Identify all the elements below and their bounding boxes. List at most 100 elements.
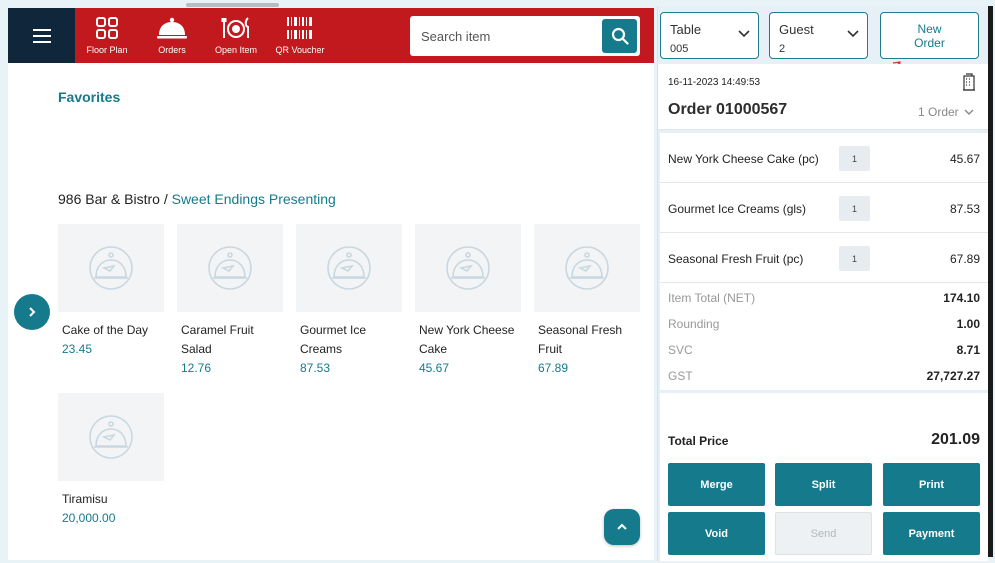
- breadcrumb: 986 Bar & Bistro / Sweet Endings Present…: [58, 191, 336, 207]
- order-item-row[interactable]: New York Cheese Cake (pc) 1 45.67: [660, 133, 988, 183]
- order-item-price: 87.53: [949, 202, 980, 216]
- summary-value: 1.00: [956, 317, 980, 331]
- product-price: 20,000.00: [62, 511, 116, 525]
- cloche-placeholder-icon: [565, 246, 609, 290]
- summary-value: 174.10: [943, 291, 980, 305]
- cloche-placeholder-icon: [89, 246, 133, 290]
- table-select-value: 005: [670, 43, 689, 55]
- product-price: 45.67: [419, 361, 450, 375]
- search-button[interactable]: [602, 19, 637, 53]
- product-name: Cake of the Day: [62, 323, 149, 337]
- guest-select-label: Guest: [779, 22, 814, 37]
- product-price: 23.45: [62, 342, 93, 356]
- summary-value: 8.71: [956, 343, 980, 357]
- order-count-dropdown[interactable]: 1 Order: [918, 105, 974, 119]
- building-icon[interactable]: [962, 73, 976, 91]
- product-placeholder-image: [177, 224, 283, 312]
- cloche-placeholder-icon: [208, 246, 252, 290]
- void-button[interactable]: Void: [668, 512, 765, 555]
- table-select-label: Table: [670, 22, 702, 37]
- cutlery-plate-icon: [221, 17, 249, 38]
- summary-row-rounding: Rounding 1.00: [660, 314, 988, 334]
- order-totals: Total Price 201.09 Merge Split Print Voi…: [660, 393, 988, 561]
- order-item-row[interactable]: Gourmet Ice Creams (gls) 1 87.53: [660, 183, 988, 233]
- product-card[interactable]: New York Cheese Cake 45.67: [415, 224, 521, 375]
- summary-label: Rounding: [668, 317, 720, 331]
- order-item-qty[interactable]: 1: [839, 146, 870, 171]
- product-price: 67.89: [538, 361, 569, 375]
- order-item-price: 45.67: [949, 152, 980, 166]
- new-order-button[interactable]: New Order: [880, 12, 979, 59]
- total-price-label: Total Price: [668, 434, 729, 448]
- chevron-down-icon: [738, 30, 750, 38]
- product-card[interactable]: Cake of the Day 23.45: [58, 224, 164, 356]
- chevron-down-icon: [847, 30, 859, 38]
- product-name: New York Cheese Cake: [419, 323, 515, 356]
- search-box: [410, 16, 640, 56]
- split-button[interactable]: Split: [775, 463, 872, 506]
- nav-open-item[interactable]: Open Item: [213, 8, 259, 63]
- search-input[interactable]: [410, 16, 602, 56]
- order-body: New York Cheese Cake (pc) 1 45.67 Gourme…: [658, 130, 988, 561]
- product-price: 12.76: [181, 361, 212, 375]
- nav-orders[interactable]: Orders: [153, 8, 191, 63]
- cloche-icon: [157, 17, 187, 39]
- barcode-icon: [286, 17, 314, 39]
- product-card[interactable]: Tiramisu 20,000.00: [58, 393, 164, 525]
- order-item-list: New York Cheese Cake (pc) 1 45.67 Gourme…: [660, 133, 988, 283]
- product-card[interactable]: Caramel Fruit Salad 12.76: [177, 224, 283, 375]
- window-drag-handle: [186, 3, 279, 7]
- payment-button[interactable]: Payment: [883, 512, 980, 555]
- scroll-next-button[interactable]: [14, 294, 50, 330]
- order-item-qty[interactable]: 1: [839, 196, 870, 221]
- chevron-up-icon: [617, 523, 627, 530]
- order-panel-header: Table 005 Guest 2 New Order: [658, 6, 988, 64]
- nav-qr-voucher[interactable]: QR Voucher: [274, 8, 326, 63]
- window-scrollbar[interactable]: [988, 6, 993, 557]
- grid-icon: [96, 17, 118, 39]
- product-name: Seasonal Fresh Fruit: [538, 323, 623, 356]
- order-panel: Table 005 Guest 2 New Order 16-11-2023 1…: [657, 6, 988, 561]
- hamburger-menu-button[interactable]: [8, 8, 75, 63]
- breadcrumb-separator: /: [159, 191, 172, 207]
- order-count-label: 1 Order: [918, 105, 959, 119]
- order-item-name: Seasonal Fresh Fruit (pc): [668, 252, 804, 266]
- nav-floor-plan[interactable]: Floor Plan: [85, 8, 129, 63]
- product-name: Caramel Fruit Salad: [181, 323, 254, 356]
- order-item-row[interactable]: Seasonal Fresh Fruit (pc) 1 67.89: [660, 233, 988, 283]
- merge-button[interactable]: Merge: [668, 463, 765, 506]
- nav-qr-voucher-label: QR Voucher: [275, 45, 325, 55]
- product-card[interactable]: Gourmet Ice Creams 87.53: [296, 224, 402, 375]
- product-placeholder-image: [58, 224, 164, 312]
- summary-label: SVC: [668, 343, 693, 357]
- send-button[interactable]: Send: [775, 512, 872, 555]
- favorites-title: Favorites: [58, 89, 121, 105]
- nav-orders-label: Orders: [158, 45, 186, 55]
- summary-value: 27,727.27: [926, 369, 980, 383]
- new-order-label: New Order: [914, 21, 945, 50]
- breadcrumb-category[interactable]: Sweet Endings Presenting: [172, 191, 336, 207]
- order-summary: Item Total (NET) 174.10 Rounding 1.00 SV…: [660, 283, 988, 390]
- chevron-right-icon: [29, 307, 36, 317]
- product-name: Gourmet Ice Creams: [300, 323, 367, 356]
- chevron-down-icon: [964, 109, 974, 115]
- product-card[interactable]: Seasonal Fresh Fruit 67.89: [534, 224, 640, 375]
- top-nav-bar: Floor Plan Orders Open Item QR Voucher S…: [8, 8, 654, 63]
- summary-row-gst: GST 27,727.27: [660, 366, 988, 386]
- guest-select[interactable]: Guest 2: [769, 12, 868, 59]
- print-button[interactable]: Print: [883, 463, 980, 506]
- menu-panel: Floor Plan Orders Open Item QR Voucher S…: [8, 8, 654, 560]
- order-item-qty[interactable]: 1: [839, 246, 870, 271]
- scroll-to-top-button[interactable]: [604, 509, 640, 545]
- table-select[interactable]: Table 005: [660, 12, 759, 59]
- summary-label: GST: [668, 369, 693, 383]
- order-item-name: New York Cheese Cake (pc): [668, 152, 819, 166]
- hamburger-icon: [32, 28, 51, 43]
- search-icon: [611, 27, 629, 45]
- summary-row-net: Item Total (NET) 174.10: [660, 288, 988, 308]
- order-item-price: 67.89: [949, 252, 980, 266]
- cloche-placeholder-icon: [89, 415, 133, 459]
- summary-label: Item Total (NET): [668, 291, 756, 305]
- order-info: 16-11-2023 14:49:53 Order 01000567 1 Ord…: [658, 64, 988, 130]
- order-number: Order 01000567: [668, 101, 788, 118]
